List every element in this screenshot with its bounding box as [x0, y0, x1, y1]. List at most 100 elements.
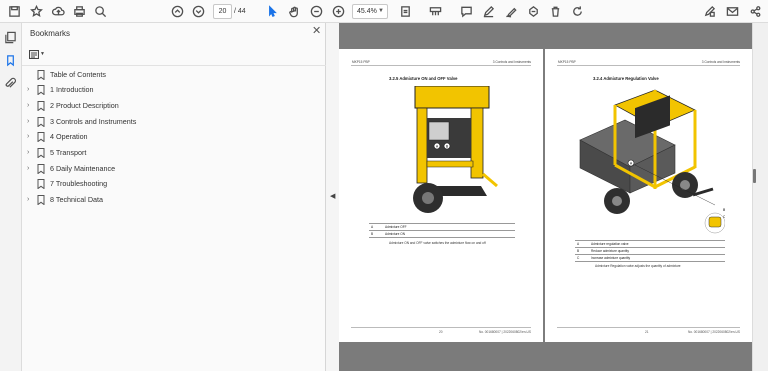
page-down-icon[interactable]: [191, 4, 205, 18]
chevron-right-icon[interactable]: ›: [27, 115, 33, 129]
table-cell: B: [369, 230, 383, 238]
zoom-search-icon[interactable]: [93, 4, 107, 18]
fit-page-icon[interactable]: [398, 4, 412, 18]
bookmark-label: 8 Technical Data: [50, 195, 104, 204]
chevron-right-icon[interactable]: ›: [27, 130, 33, 144]
bookmark-item[interactable]: › 8 Technical Data: [22, 193, 326, 207]
table-row: A Admixture regulation valve: [575, 240, 725, 248]
bookmark-icon: [37, 132, 45, 143]
page-header-left: MKP15 PBP: [558, 60, 576, 64]
collapse-panel-icon[interactable]: ◀: [330, 192, 335, 200]
bookmark-item[interactable]: 7 Troubleshooting: [22, 177, 326, 191]
table-cell: Admixture ON: [383, 230, 515, 238]
scrollbar-thumb[interactable]: [753, 169, 756, 183]
bookmark-star-icon[interactable]: [29, 4, 43, 18]
highlight-pen-icon[interactable]: [481, 4, 495, 18]
bookmark-item[interactable]: › 6 Daily Maintenance: [22, 162, 326, 176]
table-row: B Admixture ON: [369, 230, 515, 238]
page-number-input[interactable]: 20: [213, 4, 232, 19]
stamp-icon[interactable]: [526, 4, 540, 18]
pdf-page-left: MKP15 PBP 3 Controls and Instruments 3.2…: [339, 49, 543, 342]
table-cell: Admixture regulation valve: [589, 240, 725, 248]
footer-rule: [351, 327, 531, 328]
chevron-right-icon[interactable]: ›: [27, 193, 33, 207]
viewer-background: [339, 23, 752, 49]
chevron-right-icon[interactable]: ›: [27, 83, 33, 97]
footer-rule: [557, 327, 740, 328]
bookmark-item[interactable]: › 1 Introduction: [22, 83, 326, 97]
zoom-in-icon[interactable]: [331, 4, 345, 18]
bookmark-label: 6 Daily Maintenance: [50, 164, 116, 173]
mail-icon[interactable]: [725, 4, 739, 18]
bookmark-icon: [37, 195, 45, 206]
bookmark-label: Table of Contents: [50, 70, 106, 79]
bookmark-label: 5 Transport: [50, 148, 87, 157]
edit-tools-icon[interactable]: [702, 4, 716, 18]
bookmarks-icon[interactable]: [4, 54, 18, 68]
document-number: No. 001680007 | 2022060802/en-US: [478, 330, 531, 334]
list-options-icon: [29, 49, 39, 59]
zoom-out-icon[interactable]: [309, 4, 323, 18]
comment-icon[interactable]: [459, 4, 473, 18]
bookmark-item[interactable]: › 5 Transport: [22, 146, 326, 160]
read-mode-icon[interactable]: [428, 4, 442, 18]
bookmark-icon: [37, 70, 45, 81]
callout-b: B: [723, 208, 725, 212]
sign-pen-icon[interactable]: [504, 4, 518, 18]
header-rule: [557, 65, 740, 66]
bookmark-options-button[interactable]: ▼: [29, 48, 49, 60]
pdf-page-right: MKP15 PBP 3 Controls and Instruments 3.2…: [545, 49, 752, 342]
bookmark-item[interactable]: › 3 Controls and Instruments: [22, 115, 326, 129]
delete-icon[interactable]: [548, 4, 562, 18]
bookmark-item[interactable]: Table of Contents: [22, 68, 326, 82]
zoom-value: 45.4%: [357, 8, 377, 15]
machine-illustration: A B C: [579, 89, 725, 234]
table-cell: Increase admixture quantity: [589, 254, 725, 262]
bookmark-item[interactable]: › 2 Product Description: [22, 99, 326, 113]
page-header-right: 3 Controls and Instruments: [701, 60, 740, 64]
legend-table: A Admixture OFF B Admixture ON: [369, 223, 515, 238]
figure-caption: Admixture ON and OFF valve switches the …: [389, 241, 486, 245]
chevron-right-icon[interactable]: ›: [27, 99, 33, 113]
table-cell: Admixture OFF: [383, 223, 515, 231]
bookmark-item[interactable]: › 4 Operation: [22, 130, 326, 144]
page-total: / 44: [234, 8, 246, 15]
upload-icon[interactable]: [51, 4, 65, 18]
divider: [22, 65, 326, 66]
bookmark-label: 2 Product Description: [50, 101, 119, 110]
chevron-right-icon[interactable]: ›: [27, 146, 33, 160]
print-icon[interactable]: [72, 4, 86, 18]
rotate-icon[interactable]: [570, 4, 584, 18]
table-cell: B: [575, 247, 589, 255]
zoom-select[interactable]: 45.4% ▼: [352, 4, 388, 19]
table-row: B Reduce admixture quantity: [575, 247, 725, 255]
chevron-right-icon[interactable]: ›: [27, 162, 33, 176]
panel-title: Bookmarks: [30, 29, 71, 38]
share-icon[interactable]: [748, 4, 762, 18]
select-cursor-icon[interactable]: [265, 4, 279, 18]
page-up-icon[interactable]: [170, 4, 184, 18]
bookmark-icon: [37, 179, 45, 190]
table-cell: A: [369, 223, 383, 231]
attachment-icon[interactable]: [4, 77, 18, 91]
vertical-scrollbar[interactable]: [752, 23, 768, 371]
table-cell: C: [575, 254, 589, 262]
table-row: A Admixture OFF: [369, 223, 515, 231]
pages-thumbnails-icon[interactable]: [4, 31, 18, 45]
page-header-right: 3 Controls and Instruments: [492, 60, 531, 64]
legend-table: A Admixture regulation valve B Reduce admi…: [575, 240, 725, 262]
bookmark-icon: [37, 148, 45, 159]
bookmark-icon: [37, 101, 45, 112]
callout-c: C: [723, 215, 725, 219]
bookmark-label: 4 Operation: [50, 132, 88, 141]
bookmark-icon: [37, 164, 45, 175]
figure-caption: Admixture Regulation valve adjusts the q…: [595, 264, 681, 268]
header-rule: [351, 65, 531, 66]
table-cell: Reduce admixture quantity: [589, 247, 725, 255]
hand-icon[interactable]: [287, 4, 301, 18]
close-icon[interactable]: ✕: [312, 26, 321, 37]
save-icon[interactable]: [7, 4, 21, 18]
chevron-down-icon: ▼: [378, 8, 384, 14]
bookmark-label: 1 Introduction: [50, 85, 94, 94]
bookmark-icon: [37, 117, 45, 128]
